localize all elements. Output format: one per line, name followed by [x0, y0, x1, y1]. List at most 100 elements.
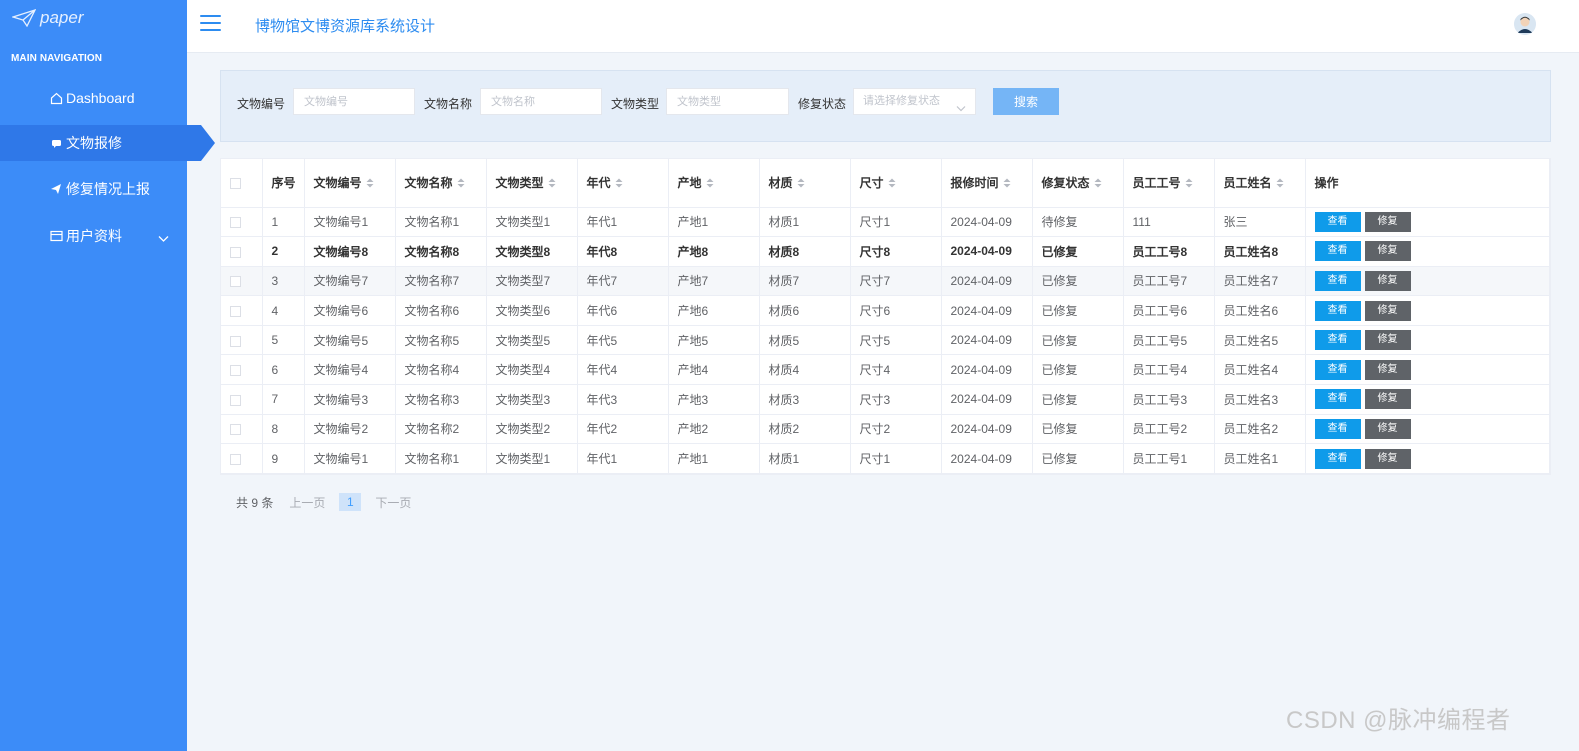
repair-button[interactable]: 修复: [1364, 241, 1411, 262]
column-header[interactable]: 产地: [668, 159, 760, 208]
table-cell: 文物名称1: [395, 443, 487, 474]
column-header[interactable]: 文物类型: [486, 159, 578, 208]
view-button[interactable]: 查看: [1314, 330, 1361, 351]
repair-button[interactable]: 修复: [1364, 211, 1411, 232]
row-checkbox[interactable]: [230, 365, 241, 377]
sort-icon[interactable]: [366, 177, 374, 191]
view-button[interactable]: 查看: [1314, 359, 1361, 380]
column-header[interactable]: 文物名称: [395, 159, 487, 208]
table-row[interactable]: 5 文物编号5 文物名称5 文物类型5 年代5 产地5 材质5 尺寸5 2024-04-09 已修…: [221, 325, 1550, 356]
sort-icon[interactable]: [548, 177, 556, 191]
table-cell: 文物类型4: [486, 354, 578, 386]
row-checkbox[interactable]: [230, 394, 241, 406]
repair-button[interactable]: 修复: [1364, 389, 1411, 410]
table-row[interactable]: 8 文物编号2 文物名称2 文物类型2 年代2 产地2 材质2 尺寸2 2024-04-09 已修…: [221, 414, 1550, 445]
table-cell: 产地6: [668, 295, 760, 326]
view-button[interactable]: 查看: [1314, 241, 1361, 262]
column-header[interactable]: 员工工号: [1123, 159, 1215, 208]
row-checkbox[interactable]: [230, 217, 241, 229]
repair-button[interactable]: 修复: [1364, 300, 1411, 321]
column-header[interactable]: 文物编号: [304, 159, 396, 208]
avatar[interactable]: [1514, 13, 1536, 35]
table-cell: 员工姓名4: [1214, 354, 1306, 386]
column-header[interactable]: 尺寸: [850, 159, 942, 208]
column-header[interactable]: 年代: [577, 159, 669, 208]
artifact-type-input[interactable]: [666, 88, 789, 115]
repair-button[interactable]: 修复: [1364, 330, 1411, 351]
sidebar-item-repair-request[interactable]: 文物报修: [0, 125, 215, 161]
chevron-down-icon[interactable]: [158, 230, 169, 246]
sort-icon[interactable]: [706, 177, 714, 191]
sidebar-item-repair-report[interactable]: 修复情况上报: [0, 171, 187, 207]
table-cell: 8: [262, 414, 305, 445]
column-header[interactable]: 材质: [759, 159, 851, 208]
sidebar-item-label: 修复情况上报: [66, 181, 150, 197]
row-checkbox[interactable]: [230, 305, 241, 317]
repair-button[interactable]: 修复: [1364, 359, 1411, 380]
next-page-button[interactable]: 下一页: [375, 494, 411, 511]
artifact-no-input[interactable]: [293, 88, 415, 115]
row-checkbox[interactable]: [230, 424, 241, 436]
view-button[interactable]: 查看: [1314, 448, 1361, 469]
sort-icon[interactable]: [1003, 177, 1011, 191]
table-row[interactable]: 2 文物编号8 文物名称8 文物类型8 年代8 产地8 材质8 尺寸8 2024-04-09 已修…: [221, 236, 1550, 267]
view-button[interactable]: 查看: [1314, 418, 1361, 439]
view-button[interactable]: 查看: [1314, 211, 1361, 232]
row-checkbox[interactable]: [230, 246, 241, 258]
table-cell: 文物编号4: [304, 354, 396, 386]
search-button[interactable]: 搜索: [993, 88, 1059, 115]
table-row[interactable]: 7 文物编号3 文物名称3 文物类型3 年代3 产地3 材质3 尺寸3 2024-04-09 已修…: [221, 384, 1550, 415]
sidebar-item-label: 文物报修: [66, 135, 122, 151]
table-cell: 9: [262, 443, 305, 474]
table-cell: 产地1: [668, 443, 760, 474]
sort-icon[interactable]: [1094, 177, 1102, 191]
sort-icon[interactable]: [797, 177, 805, 191]
sort-icon[interactable]: [1185, 177, 1193, 191]
sort-icon[interactable]: [615, 177, 623, 191]
chevron-down-icon: [956, 97, 966, 122]
top-header: 博物馆文博资源库系统设计: [187, 0, 1579, 53]
row-actions: 查看 修复: [1305, 266, 1550, 297]
row-select-cell: [221, 236, 263, 267]
view-button[interactable]: 查看: [1314, 300, 1361, 321]
table-row[interactable]: 9 文物编号1 文物名称1 文物类型1 年代1 产地1 材质1 尺寸1 2024-04-09 已修…: [221, 443, 1550, 474]
row-checkbox[interactable]: [230, 276, 241, 288]
repair-button[interactable]: 修复: [1364, 448, 1411, 469]
table-row[interactable]: 1 文物编号1 文物名称1 文物类型1 年代1 产地1 材质1 尺寸1 2024-04-09 待修…: [221, 207, 1550, 238]
column-header[interactable]: 报修时间: [941, 159, 1033, 208]
table-cell: 尺寸5: [850, 325, 942, 356]
row-checkbox[interactable]: [230, 453, 241, 465]
column-header-label: 文物名称: [404, 176, 453, 191]
column-header[interactable]: 修复状态: [1032, 159, 1124, 208]
table-row[interactable]: 3 文物编号7 文物名称7 文物类型7 年代7 产地7 材质7 尺寸7 2024-04-09 已修…: [221, 266, 1550, 297]
row-checkbox[interactable]: [230, 335, 241, 347]
table-cell: 员工工号7: [1123, 266, 1215, 297]
table-row[interactable]: 6 文物编号4 文物名称4 文物类型4 年代4 产地4 材质4 尺寸4 2024-04-09 已修…: [221, 354, 1550, 386]
current-page[interactable]: 1: [339, 493, 362, 511]
nav-section-title: MAIN NAVIGATION: [11, 53, 103, 64]
table-cell: 产地8: [668, 236, 760, 267]
table-cell: 文物类型6: [486, 295, 578, 326]
sort-icon[interactable]: [888, 177, 896, 191]
table-cell: 已修复: [1032, 325, 1124, 356]
table-cell: 文物类型5: [486, 325, 578, 356]
sort-icon[interactable]: [1276, 177, 1284, 191]
select-all-checkbox[interactable]: [230, 178, 241, 190]
sidebar-item-dashboard[interactable]: Dashboard: [0, 80, 187, 116]
sort-icon[interactable]: [457, 177, 465, 191]
repair-button[interactable]: 修复: [1364, 270, 1411, 291]
logo[interactable]: paper: [12, 8, 83, 28]
table-row[interactable]: 4 文物编号6 文物名称6 文物类型6 年代6 产地6 材质6 尺寸6 2024-04-09 已修…: [221, 295, 1550, 326]
prev-page-button[interactable]: 上一页: [289, 494, 325, 511]
repair-status-select[interactable]: 请选择修复状态: [853, 88, 976, 115]
view-button[interactable]: 查看: [1314, 389, 1361, 410]
repair-button[interactable]: 修复: [1364, 418, 1411, 439]
view-button[interactable]: 查看: [1314, 270, 1361, 291]
repair-status-label: 修复状态: [798, 97, 847, 111]
row-select-cell: [221, 414, 263, 445]
column-header[interactable]: 员工姓名: [1214, 159, 1306, 208]
menu-toggle-icon[interactable]: [200, 15, 221, 31]
artifact-name-input[interactable]: [480, 88, 602, 115]
sidebar-item-user-profile[interactable]: 用户资料: [0, 218, 187, 254]
table-cell: 文物编号3: [304, 384, 396, 415]
